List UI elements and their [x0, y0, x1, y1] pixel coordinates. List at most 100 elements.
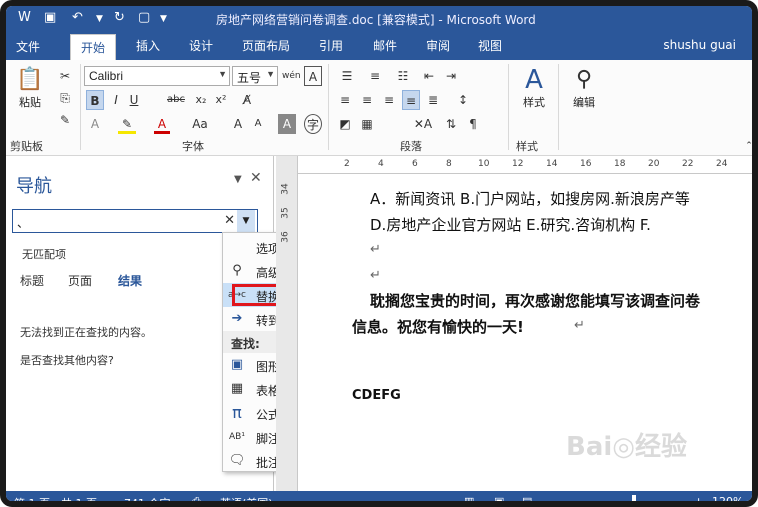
save-icon[interactable]: ▣ — [44, 10, 56, 25]
change-case-icon[interactable]: Aa — [188, 114, 212, 134]
tab-references[interactable]: 引用 — [319, 37, 343, 54]
zoom-slider[interactable] — [580, 501, 690, 503]
undo-dropdown-icon[interactable]: ▼ — [96, 14, 103, 24]
word-logo-icon: W — [18, 10, 31, 25]
tab-layout[interactable]: 页面布局 — [242, 37, 290, 54]
cut-icon[interactable]: ✂ — [56, 66, 74, 86]
font-color-icon[interactable]: A — [154, 114, 170, 134]
zoom-level[interactable]: 120% — [712, 495, 743, 501]
shading-icon[interactable]: ◩ — [336, 114, 354, 134]
doc-line: D.房地产企业官方网站 E.研究.咨询机构 F. — [370, 216, 651, 234]
styles-button[interactable]: A 样式 — [514, 66, 554, 110]
borders-icon[interactable]: ▦ — [358, 114, 376, 134]
print-layout-icon[interactable]: ▣ — [494, 495, 504, 501]
tab-design[interactable]: 设计 — [189, 37, 213, 54]
vertical-ruler: 34 35 36 — [276, 156, 298, 491]
font-name-combobox[interactable]: Calibri ▼ — [84, 66, 230, 86]
tab-home[interactable]: 开始 — [70, 34, 117, 60]
align-center-icon[interactable]: ≡ — [358, 90, 376, 110]
zoom-in-icon[interactable]: + — [694, 495, 703, 501]
clear-formatting-icon[interactable]: A̸ — [238, 90, 256, 110]
read-mode-icon[interactable]: ▥ — [464, 495, 474, 501]
format-painter-icon[interactable]: ✎ — [56, 110, 74, 130]
character-border-icon[interactable]: A — [304, 66, 322, 86]
nav-search-input[interactable]: 、 ✕ ▼ — [12, 209, 258, 233]
new-document-icon[interactable]: ▢ — [138, 10, 150, 25]
close-icon[interactable]: ✕ — [250, 170, 262, 186]
enclose-characters-icon[interactable]: 字 — [304, 114, 322, 134]
tab-view[interactable]: 视图 — [478, 37, 502, 54]
shrink-font-icon[interactable]: A — [250, 114, 266, 134]
tab-file[interactable]: 文件 — [16, 38, 41, 55]
collapse-ribbon-icon[interactable]: ⌃ — [742, 136, 752, 156]
graphic-icon: ▣ — [230, 357, 244, 372]
ruler-number: 6 — [412, 159, 418, 169]
paragraph-mark-icon: ↵ — [370, 242, 381, 257]
highlight-icon[interactable]: ✎ — [118, 114, 136, 134]
language-indicator[interactable]: 英语(美国) — [220, 495, 273, 501]
multilevel-list-icon[interactable]: ☷ — [392, 66, 414, 86]
not-found-message: 无法找到正在查找的内容。 — [20, 326, 152, 339]
paste-button[interactable]: 📋 粘贴 — [10, 66, 50, 110]
user-name[interactable]: shushu guai — [663, 38, 736, 52]
nav-tab-pages[interactable]: 页面 — [68, 272, 92, 289]
clipboard-group-label: 剪贴板 — [10, 140, 43, 153]
zoom-out-icon[interactable]: − — [564, 495, 573, 501]
zoom-slider-thumb[interactable] — [632, 495, 636, 501]
ruler-number: 22 — [682, 159, 694, 169]
underline-button[interactable]: U — [126, 90, 142, 110]
word-count[interactable]: 741 个字 — [124, 495, 171, 501]
nav-tab-results[interactable]: 结果 — [118, 272, 142, 289]
bullets-icon[interactable]: ☰ — [336, 66, 358, 86]
paragraph-group-label: 段落 — [400, 140, 422, 153]
tab-review[interactable]: 审阅 — [426, 37, 450, 54]
search-options-dropdown[interactable]: ▼ — [237, 210, 255, 232]
text-effects-icon[interactable]: A — [86, 114, 104, 134]
word-window: W ▣ ↶ ▼ ↻ ▢ ▼ 房地产网络营销问卷调查.doc [兼容模式] - M… — [0, 0, 758, 507]
character-shading-icon[interactable]: A — [278, 114, 296, 134]
copy-icon[interactable]: ⎘ — [56, 88, 74, 108]
superscript-button[interactable]: x² — [212, 90, 230, 110]
subscript-button[interactable]: x₂ — [192, 90, 210, 110]
show-marks-icon[interactable]: ¶ — [464, 114, 482, 134]
strikethrough-button[interactable]: abc — [164, 90, 188, 110]
tab-mailings[interactable]: 邮件 — [373, 37, 397, 54]
pane-options-icon[interactable]: ▼ — [234, 174, 242, 185]
proofing-icon[interactable]: ⎙ — [192, 495, 201, 501]
search-other-prompt: 是否查找其他内容? — [20, 354, 114, 367]
distributed-icon[interactable]: ≣ — [424, 90, 442, 110]
doc-line: CDEFG — [352, 388, 401, 403]
asian-layout-icon[interactable]: ✕A — [410, 114, 436, 134]
tab-insert[interactable]: 插入 — [136, 37, 160, 54]
nav-tab-headings[interactable]: 标题 — [20, 272, 44, 289]
ruler-number: 35 — [280, 207, 291, 219]
ruler-number: 12 — [512, 159, 524, 169]
justify-icon[interactable]: ≡ — [402, 90, 420, 110]
font-size-combobox[interactable]: 五号 ▼ — [232, 66, 278, 86]
undo-icon[interactable]: ↶ — [72, 10, 83, 25]
line-spacing-icon[interactable]: ↕ — [452, 90, 474, 110]
binoculars-icon: ⚲ — [575, 67, 593, 92]
redo-icon[interactable]: ↻ — [114, 10, 125, 25]
page-count[interactable]: 第 1 页，共 1 页 — [14, 495, 97, 501]
align-right-icon[interactable]: ≡ — [380, 90, 398, 110]
document-area[interactable]: A．新闻资讯 B.门户网站，如搜房网.新浪房产等 D.房地产企业官方网站 E.研… — [298, 174, 752, 491]
decrease-indent-icon[interactable]: ⇤ — [420, 66, 438, 86]
increase-indent-icon[interactable]: ⇥ — [442, 66, 460, 86]
editing-button[interactable]: ⚲ 编辑 — [564, 66, 604, 110]
phonetic-guide-icon[interactable]: wén — [282, 66, 301, 86]
web-layout-icon[interactable]: ▤ — [522, 495, 532, 501]
sort-icon[interactable]: ⇅ — [442, 114, 460, 134]
doc-line: A．新闻资讯 B.门户网站，如搜房网.新浪房产等 — [370, 190, 690, 208]
align-left-icon[interactable]: ≡ — [336, 90, 354, 110]
grow-font-icon[interactable]: A — [230, 114, 246, 134]
numbering-icon[interactable]: ≡ — [364, 66, 386, 86]
doc-line: 耽搁您宝贵的时间，再次感谢您能填写该调查问卷 — [370, 292, 701, 310]
italic-button[interactable]: I — [108, 90, 124, 110]
ruler-number: 10 — [478, 159, 490, 169]
font-name-value: Calibri — [89, 69, 124, 83]
clear-search-icon[interactable]: ✕ — [224, 213, 235, 228]
horizontal-ruler: 2 4 6 8 10 12 14 16 18 20 22 24 — [298, 156, 752, 174]
bold-button[interactable]: B — [86, 90, 104, 110]
customize-toolbar-icon[interactable]: ▼ — [160, 14, 167, 24]
